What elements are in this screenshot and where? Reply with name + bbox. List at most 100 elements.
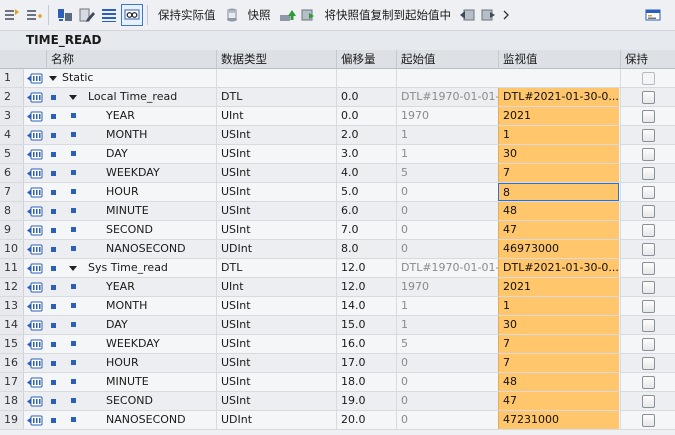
tag-name-cell[interactable]: WEEKDAY bbox=[62, 164, 214, 182]
snapshot-button[interactable]: 快照 bbox=[244, 4, 275, 26]
retain-checkbox-cell[interactable] bbox=[620, 392, 675, 410]
header-name[interactable]: 名称 bbox=[46, 50, 216, 69]
monitor-value[interactable]: 48 bbox=[498, 373, 619, 391]
retain-checkbox-cell[interactable] bbox=[620, 88, 675, 106]
retain-checkbox[interactable] bbox=[641, 375, 655, 389]
table-row[interactable]: 7 HOUR USInt 5.0 0 8 bbox=[0, 183, 675, 202]
start-value[interactable]: 1970 bbox=[396, 278, 498, 296]
start-value[interactable]: 0 bbox=[396, 411, 498, 429]
retain-checkbox-cell[interactable] bbox=[620, 126, 675, 144]
retain-checkbox[interactable] bbox=[641, 223, 655, 237]
retain-checkbox-cell[interactable] bbox=[620, 259, 675, 277]
data-type[interactable] bbox=[216, 69, 336, 87]
start-value[interactable]: 0 bbox=[396, 221, 498, 239]
tag-name-cell[interactable]: YEAR bbox=[62, 107, 214, 125]
tag-name-cell[interactable]: MONTH bbox=[62, 126, 214, 144]
retain-checkbox-cell[interactable] bbox=[620, 183, 675, 201]
table-row[interactable]: 9 SECOND USInt 7.0 0 47 bbox=[0, 221, 675, 240]
data-type[interactable]: UInt bbox=[216, 278, 336, 296]
tag-name-cell[interactable]: YEAR bbox=[62, 278, 214, 296]
window-layout-icon[interactable] bbox=[643, 5, 663, 25]
retain-checkbox[interactable] bbox=[641, 147, 655, 161]
retain-checkbox-cell[interactable] bbox=[620, 411, 675, 429]
table-row[interactable]: 19 NANOSECOND UDInt 20.0 0 47231000 bbox=[0, 411, 675, 430]
table-row[interactable]: 15 WEEKDAY USInt 16.0 5 7 bbox=[0, 335, 675, 354]
data-type[interactable]: UDInt bbox=[216, 240, 336, 258]
retain-checkbox[interactable] bbox=[641, 394, 655, 408]
retain-checkbox[interactable] bbox=[641, 337, 655, 351]
data-type[interactable]: USInt bbox=[216, 202, 336, 220]
table-row[interactable]: 11 Sys Time_read DTL 12.0 DTL#1970-01-01-0 DT… bbox=[0, 259, 675, 278]
retain-checkbox-cell[interactable] bbox=[620, 145, 675, 163]
start-value[interactable]: DTL#1970-01-01-0 bbox=[396, 88, 498, 106]
data-type[interactable]: UInt bbox=[216, 107, 336, 125]
table-row[interactable]: 2 Local Time_read DTL 0.0 DTL#1970-01-01-0 DT… bbox=[0, 88, 675, 107]
start-value[interactable]: 0 bbox=[396, 183, 498, 201]
monitor-value[interactable]: 47 bbox=[498, 221, 619, 239]
retain-checkbox[interactable] bbox=[641, 128, 655, 142]
retain-checkbox[interactable] bbox=[641, 71, 655, 85]
tag-name-cell[interactable]: HOUR bbox=[62, 183, 214, 201]
toolbar-dropdown-icon[interactable] bbox=[501, 5, 511, 25]
start-value[interactable]: 5 bbox=[396, 164, 498, 182]
start-value[interactable]: 1 bbox=[396, 126, 498, 144]
table-row[interactable]: 8 MINUTE USInt 6.0 0 48 bbox=[0, 202, 675, 221]
retain-checkbox[interactable] bbox=[641, 204, 655, 218]
header-retain[interactable]: 保持 bbox=[620, 50, 675, 69]
start-value[interactable]: 5 bbox=[396, 335, 498, 353]
start-value[interactable]: DTL#1970-01-01-0 bbox=[396, 259, 498, 277]
load-snapshot-icon[interactable] bbox=[299, 5, 319, 25]
header-start-value[interactable]: 起始值 bbox=[396, 50, 498, 69]
retain-checkbox[interactable] bbox=[641, 318, 655, 332]
start-value[interactable]: 0 bbox=[396, 373, 498, 391]
monitor-value[interactable]: 7 bbox=[498, 335, 619, 353]
data-type[interactable]: USInt bbox=[216, 354, 336, 372]
retain-checkbox[interactable] bbox=[641, 413, 655, 427]
retain-checkbox-cell[interactable] bbox=[620, 297, 675, 315]
table-row[interactable]: 18 SECOND USInt 19.0 0 47 bbox=[0, 392, 675, 411]
data-type[interactable]: UDInt bbox=[216, 411, 336, 429]
tag-name-cell[interactable]: NANOSECOND bbox=[62, 240, 214, 258]
monitor-value[interactable]: 47 bbox=[498, 392, 619, 410]
monitor-value[interactable]: 1 bbox=[498, 297, 619, 315]
data-type[interactable]: USInt bbox=[216, 145, 336, 163]
table-row[interactable]: 3 YEAR UInt 0.0 1970 2021 bbox=[0, 107, 675, 126]
upload-snapshot-icon[interactable] bbox=[277, 5, 297, 25]
tag-name-cell[interactable]: Sys Time_read bbox=[62, 259, 214, 277]
retain-checkbox-cell[interactable] bbox=[620, 316, 675, 334]
tag-name-cell[interactable]: MINUTE bbox=[62, 373, 214, 391]
monitor-value[interactable]: 30 bbox=[498, 145, 619, 163]
tag-name-cell[interactable]: SECOND bbox=[62, 221, 214, 239]
copy-snapshot-to-start-button[interactable]: 将快照值复制到起始值中 bbox=[321, 4, 456, 26]
monitor-value[interactable]: 30 bbox=[498, 316, 619, 334]
data-type[interactable]: USInt bbox=[216, 297, 336, 315]
load-start-values-icon[interactable] bbox=[457, 5, 477, 25]
retain-checkbox[interactable] bbox=[641, 356, 655, 370]
table-row[interactable]: 14 DAY USInt 15.0 1 30 bbox=[0, 316, 675, 335]
retain-checkbox[interactable] bbox=[641, 261, 655, 275]
start-value[interactable] bbox=[396, 69, 498, 87]
table-row[interactable]: 5 DAY USInt 3.0 1 30 bbox=[0, 145, 675, 164]
tag-name-cell[interactable]: Static bbox=[62, 69, 214, 87]
retain-checkbox-cell[interactable] bbox=[620, 164, 675, 182]
header-monitor-value[interactable]: 监视值 bbox=[498, 50, 620, 69]
retain-checkbox-cell[interactable] bbox=[620, 278, 675, 296]
retain-checkbox[interactable] bbox=[641, 280, 655, 294]
data-type[interactable]: DTL bbox=[216, 88, 336, 106]
monitor-value[interactable]: 8 bbox=[498, 183, 619, 201]
collapse-icon[interactable] bbox=[69, 266, 77, 271]
retain-checkbox[interactable] bbox=[641, 109, 655, 123]
data-type[interactable]: USInt bbox=[216, 221, 336, 239]
header-type[interactable]: 数据类型 bbox=[216, 50, 336, 69]
data-type[interactable]: USInt bbox=[216, 164, 336, 182]
retain-checkbox-cell[interactable] bbox=[620, 240, 675, 258]
retain-checkbox-cell[interactable] bbox=[620, 202, 675, 220]
tag-name-cell[interactable]: WEEKDAY bbox=[62, 335, 214, 353]
table-row[interactable]: 12 YEAR UInt 12.0 1970 2021 bbox=[0, 278, 675, 297]
monitor-value[interactable]: 46973000 bbox=[498, 240, 619, 258]
data-type[interactable]: USInt bbox=[216, 183, 336, 201]
snapshot-icon[interactable] bbox=[222, 5, 242, 25]
tag-name-cell[interactable]: DAY bbox=[62, 316, 214, 334]
monitor-value[interactable]: 1 bbox=[498, 126, 619, 144]
keep-actual-values-button[interactable]: 保持实际值 bbox=[154, 4, 220, 26]
